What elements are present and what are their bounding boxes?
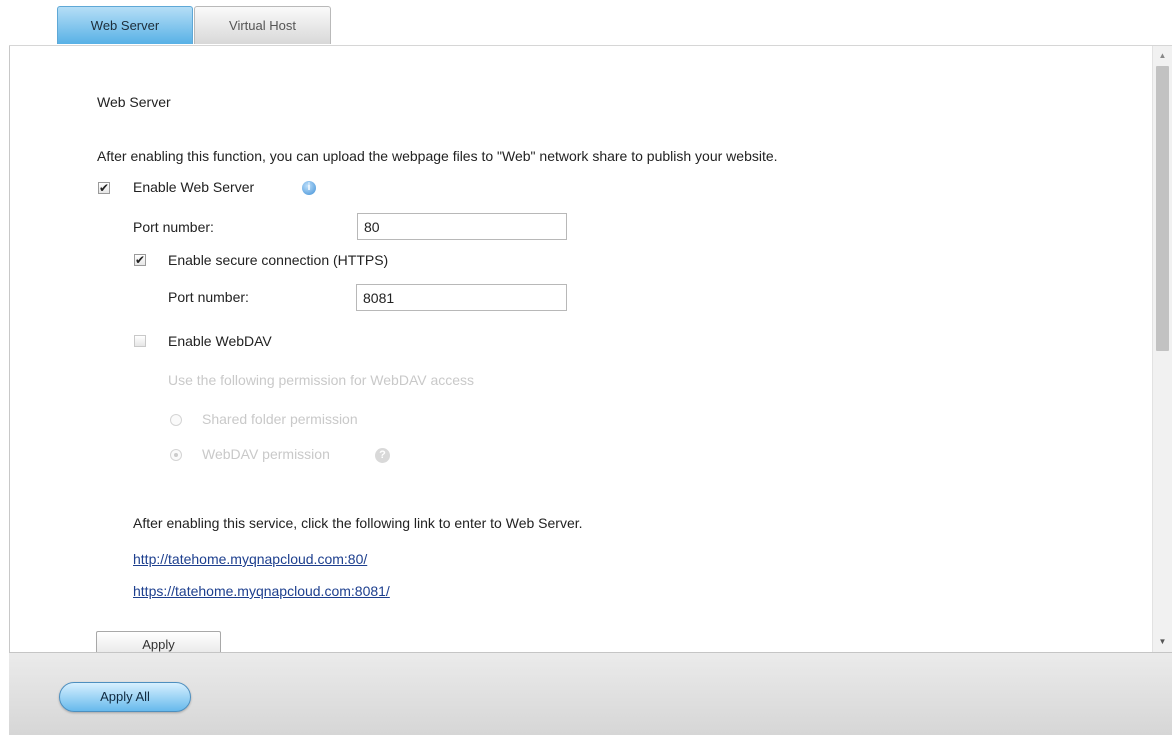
description-text: After enabling this function, you can up… (97, 148, 778, 164)
scroll-down-arrow-icon[interactable]: ▼ (1153, 632, 1172, 652)
section-title: Web Server (97, 94, 171, 110)
info-icon[interactable]: i (302, 181, 316, 195)
webdav-permission-heading: Use the following permission for WebDAV … (168, 372, 475, 388)
help-icon[interactable]: ? (375, 448, 390, 463)
http-link[interactable]: http://tatehome.myqnapcloud.com:80/ (133, 551, 367, 567)
vertical-scrollbar[interactable]: ▲ ▼ (1152, 46, 1172, 652)
settings-panel: Web Server After enabling this function,… (10, 46, 1152, 652)
tab-web-server[interactable]: Web Server (57, 6, 193, 44)
apply-button[interactable]: Apply (96, 631, 221, 652)
webdav-permission-radio[interactable] (170, 449, 182, 461)
enable-https-label: Enable secure connection (HTTPS) (168, 252, 389, 268)
enable-web-server-checkbox[interactable]: ✔ (98, 182, 110, 194)
shared-folder-permission-label: Shared folder permission (202, 411, 358, 427)
enable-https-checkbox[interactable]: ✔ (134, 254, 146, 266)
shared-folder-permission-radio[interactable] (170, 414, 182, 426)
enable-web-server-label: Enable Web Server (133, 179, 255, 195)
enable-webdav-label: Enable WebDAV (168, 333, 272, 349)
apply-all-button[interactable]: Apply All (59, 682, 191, 712)
tab-bar: Web Server Virtual Host (9, 0, 1172, 46)
footer-bar: Apply All (9, 652, 1172, 735)
enable-webdav-checkbox[interactable] (134, 335, 146, 347)
https-port-label: Port number: (168, 289, 249, 305)
webdav-permission-label: WebDAV permission (202, 446, 330, 462)
scroll-up-arrow-icon[interactable]: ▲ (1153, 46, 1172, 66)
https-link[interactable]: https://tatehome.myqnapcloud.com:8081/ (133, 583, 390, 599)
links-intro-text: After enabling this service, click the f… (133, 515, 583, 531)
https-port-input[interactable] (356, 284, 567, 311)
tab-virtual-host[interactable]: Virtual Host (194, 6, 331, 44)
web-port-input[interactable] (357, 213, 567, 240)
scroll-thumb[interactable] (1156, 66, 1169, 351)
web-port-label: Port number: (133, 219, 214, 235)
